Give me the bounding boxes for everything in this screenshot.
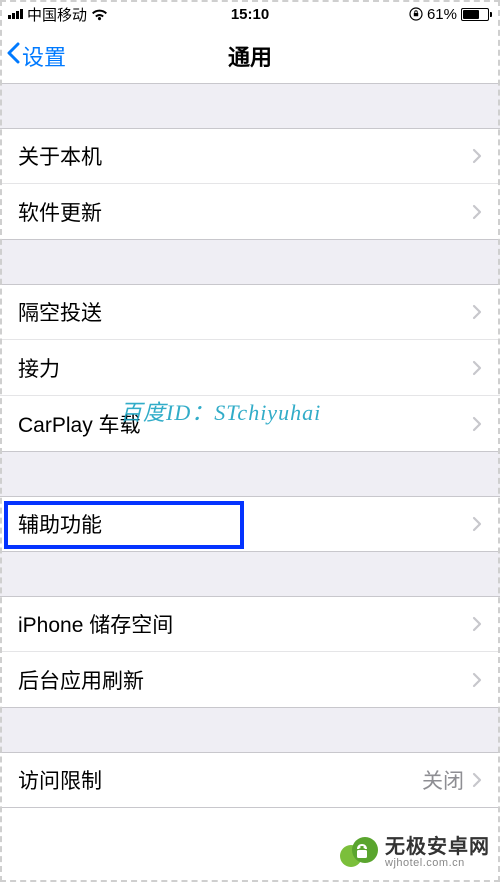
cell-iphone-storage[interactable]: iPhone 储存空间 bbox=[0, 596, 500, 652]
site-url: wjhotel.com.cn bbox=[385, 858, 490, 870]
site-logo-icon bbox=[337, 832, 379, 874]
group-gap bbox=[0, 708, 500, 752]
chevron-right-icon bbox=[472, 360, 482, 376]
cell-accessibility[interactable]: 辅助功能 bbox=[0, 496, 500, 552]
chevron-right-icon bbox=[472, 672, 482, 688]
cell-label: 软件更新 bbox=[18, 197, 102, 227]
group-gap bbox=[0, 84, 500, 128]
cell-value: 关闭 bbox=[422, 765, 472, 795]
cell-label: 关于本机 bbox=[18, 141, 102, 171]
chevron-right-icon bbox=[472, 516, 482, 532]
cell-background-refresh[interactable]: 后台应用刷新 bbox=[0, 652, 500, 708]
cell-label: 访问限制 bbox=[18, 765, 102, 795]
group-gap bbox=[0, 452, 500, 496]
cell-restrictions[interactable]: 访问限制 关闭 bbox=[0, 752, 500, 808]
cell-software-update[interactable]: 软件更新 bbox=[0, 184, 500, 240]
cell-label: 接力 bbox=[18, 353, 60, 383]
group-gap bbox=[0, 552, 500, 596]
cell-airdrop[interactable]: 隔空投送 bbox=[0, 284, 500, 340]
cell-label: 隔空投送 bbox=[18, 297, 102, 327]
cell-handoff[interactable]: 接力 bbox=[0, 340, 500, 396]
chevron-right-icon bbox=[472, 204, 482, 220]
cell-label: 后台应用刷新 bbox=[18, 665, 144, 695]
chevron-right-icon bbox=[472, 616, 482, 632]
chevron-right-icon bbox=[472, 772, 482, 788]
chevron-right-icon bbox=[472, 304, 482, 320]
page-title: 通用 bbox=[0, 40, 500, 72]
status-bar: 中国移动 15:10 61% bbox=[0, 0, 500, 28]
status-time: 15:10 bbox=[0, 6, 500, 23]
chevron-right-icon bbox=[472, 416, 482, 432]
nav-bar: 设置 通用 bbox=[0, 28, 500, 84]
group-gap bbox=[0, 240, 500, 284]
settings-table: 关于本机 软件更新 隔空投送 接力 CarPlay 车载 辅助功能 iPhone… bbox=[0, 84, 500, 808]
chevron-right-icon bbox=[472, 148, 482, 164]
site-name: 无极安卓网 bbox=[385, 837, 490, 858]
cell-carplay[interactable]: CarPlay 车载 bbox=[0, 396, 500, 452]
cell-label: iPhone 储存空间 bbox=[18, 609, 173, 639]
cell-label: 辅助功能 bbox=[18, 509, 102, 539]
cell-label: CarPlay 车载 bbox=[18, 409, 141, 439]
site-watermark: 无极安卓网 wjhotel.com.cn bbox=[337, 832, 490, 874]
battery-icon bbox=[461, 8, 492, 21]
cell-about[interactable]: 关于本机 bbox=[0, 128, 500, 184]
